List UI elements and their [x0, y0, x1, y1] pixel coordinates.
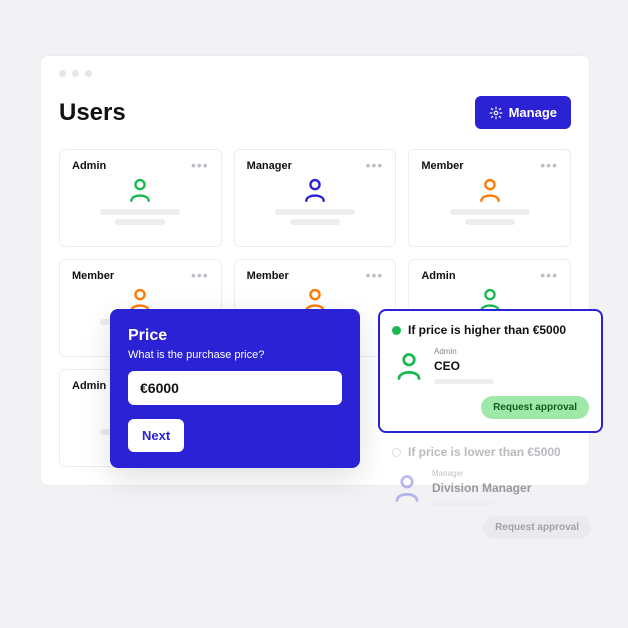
rule-title: If price is lower than €5000 [408, 445, 561, 459]
person-icon [477, 177, 503, 203]
approval-rule-active[interactable]: If price is higher than €5000 Admin CEO … [378, 309, 603, 433]
status-dot-active-icon [392, 326, 401, 335]
window-dot [85, 70, 92, 77]
price-modal-subtitle: What is the purchase price? [128, 349, 342, 361]
placeholder-line [450, 209, 530, 215]
request-approval-button-disabled[interactable]: Request approval [483, 516, 591, 539]
person-icon [392, 473, 422, 503]
placeholder-line [465, 219, 515, 225]
approval-panel: If price is higher than €5000 Admin CEO … [378, 309, 603, 539]
gear-icon [489, 106, 503, 120]
placeholder-line [115, 219, 165, 225]
user-card[interactable]: Member ••• [408, 149, 571, 247]
approval-rule-inactive: If price is lower than €5000 Manager Div… [378, 445, 603, 539]
approver-role: Admin [434, 347, 494, 356]
manage-button-label: Manage [509, 105, 557, 120]
placeholder-line [432, 501, 492, 506]
person-icon [127, 177, 153, 203]
placeholder-line [290, 219, 340, 225]
placeholder-line [434, 379, 494, 384]
placeholder-line [275, 209, 355, 215]
page-title: Users [59, 99, 126, 127]
price-modal-title: Price [128, 327, 342, 345]
price-modal: Price What is the purchase price? Next [110, 309, 360, 468]
window-titlebar [59, 56, 571, 90]
window-dot [72, 70, 79, 77]
approver-name: CEO [434, 359, 494, 373]
request-approval-button[interactable]: Request approval [481, 396, 589, 419]
price-input[interactable] [128, 371, 342, 405]
next-button[interactable]: Next [128, 419, 184, 452]
user-card[interactable]: Admin ••• [59, 149, 222, 247]
status-dot-inactive-icon [392, 448, 401, 457]
approver-name: Division Manager [432, 481, 531, 495]
window-dot [59, 70, 66, 77]
person-icon [302, 177, 328, 203]
rule-title: If price is higher than €5000 [408, 323, 566, 337]
placeholder-line [100, 209, 180, 215]
user-card[interactable]: Manager ••• [234, 149, 397, 247]
person-icon [394, 351, 424, 381]
approver-role: Manager [432, 469, 531, 478]
manage-button[interactable]: Manage [475, 96, 571, 129]
